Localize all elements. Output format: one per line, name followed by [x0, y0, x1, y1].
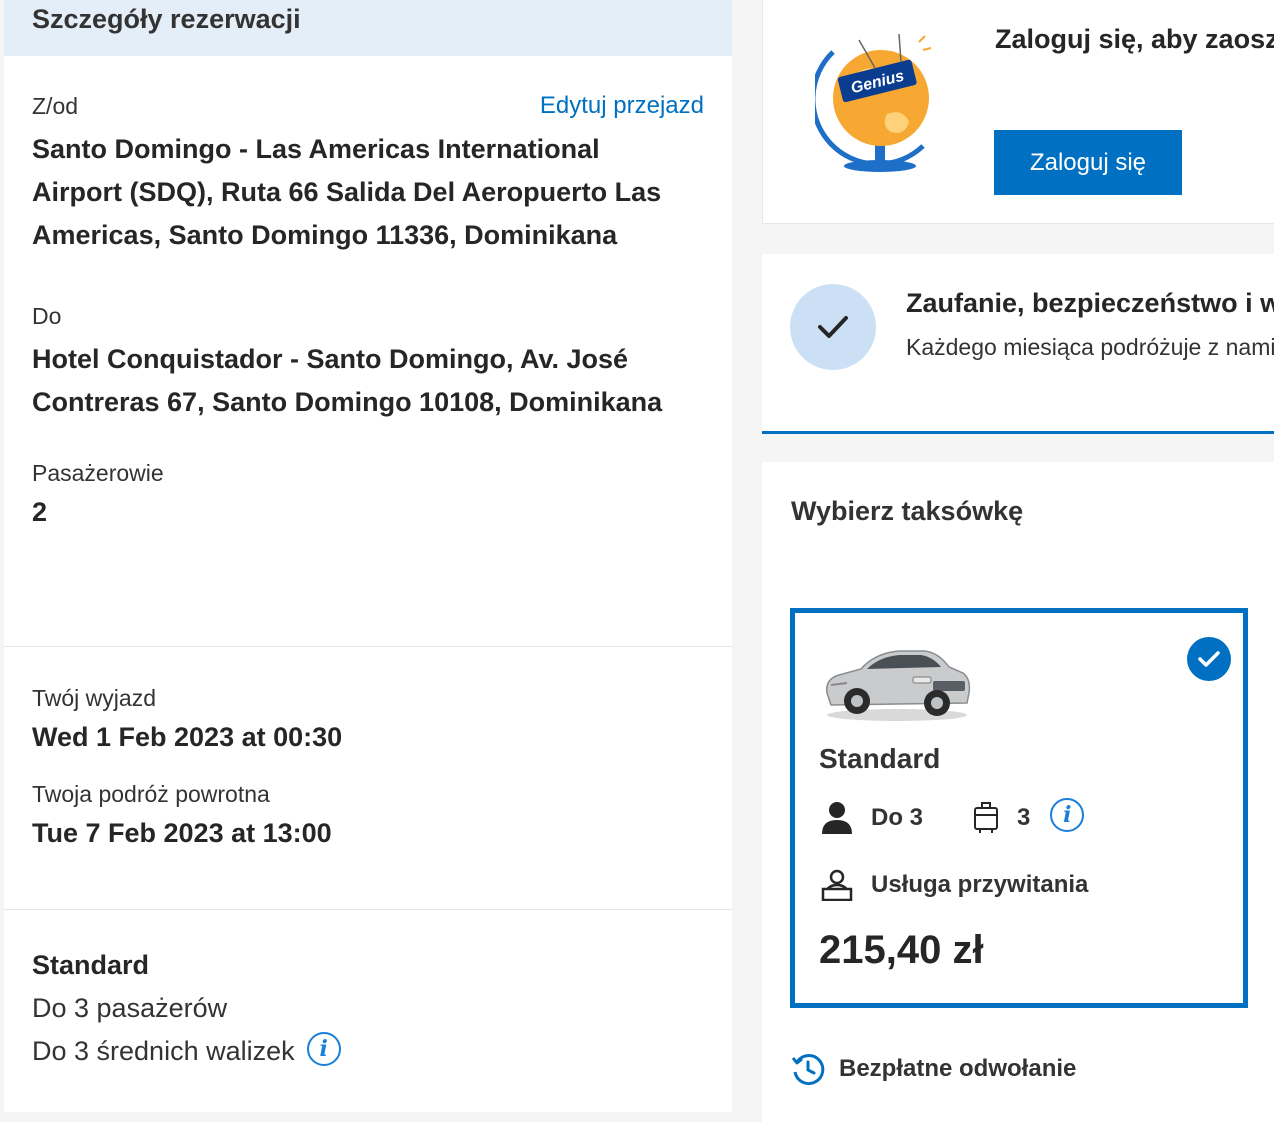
meet-greet-feature: Usługa przywitania	[821, 869, 1088, 901]
from-address: Santo Domingo - Las Americas Internation…	[32, 134, 662, 250]
meet-greet-text: Usługa przywitania	[871, 871, 1089, 898]
vehicle-passengers: Do 3 pasażerów	[32, 993, 228, 1023]
info-icon[interactable]: i	[306, 1031, 341, 1066]
to-address: Hotel Conquistador - Santo Domingo, Av. …	[32, 344, 663, 417]
dates-section: Twój wyjazd Wed 1 Feb 2023 at 00:30 Twoj…	[4, 647, 732, 909]
departure-value: Wed 1 Feb 2023 at 00:30	[32, 722, 343, 752]
checkmark-icon	[818, 316, 848, 338]
person-icon	[822, 802, 852, 834]
departure-label: Twój wyjazd	[32, 685, 156, 711]
vehicle-luggage: Do 3 średnich walizek	[32, 1036, 295, 1066]
return-value: Tue 7 Feb 2023 at 13:00	[32, 818, 332, 848]
trust-subtitle: Każdego miesiąca podróżuje z nami	[906, 334, 1274, 360]
vehicle-class: Standard	[32, 950, 150, 980]
return-label: Twoja podróż powrotna	[32, 781, 270, 807]
edit-ride-link[interactable]: Edytuj przejazd	[540, 92, 704, 120]
vehicle-luggage-row: Do 3 średnich walizek i	[32, 1030, 704, 1073]
passengers-value: 2	[32, 497, 48, 527]
vehicle-section: Standard Do 3 pasażerów Do 3 średnich wa…	[4, 910, 732, 1073]
taxi-name: Standard	[819, 743, 941, 774]
booking-details-panel: Szczegóły rezerwacji Z/od Edytuj przejaz…	[4, 0, 732, 1112]
genius-globe-icon: Genius	[815, 33, 932, 172]
meet-greet-icon	[821, 869, 853, 901]
route-section: Z/od Edytuj przejazd Santo Domingo - Las…	[4, 56, 732, 646]
bag-capacity: 3 i	[973, 798, 1085, 835]
free-cancellation-text: Bezpłatne odwołanie	[839, 1055, 1077, 1082]
choose-taxi-card: Wybierz taksówkę Standard Do 3 3 i Usług…	[762, 462, 1274, 1122]
genius-login-card: Genius Zaloguj się, aby zaoszczędzić na …	[762, 0, 1274, 224]
trust-card: Zaufanie, bezpieczeństwo i wsparcie Każd…	[762, 254, 1274, 434]
luggage-icon	[974, 802, 998, 833]
bag-capacity-text: 3	[1017, 804, 1031, 831]
passenger-capacity-text: Do 3	[871, 804, 924, 831]
selected-check-icon	[1187, 637, 1231, 681]
login-prompt-title: Zaloguj się, aby zaoszczędzić na tej rez…	[995, 24, 1274, 54]
login-button[interactable]: Zaloguj się	[994, 130, 1182, 195]
trust-check-circle	[790, 284, 876, 370]
car-image	[826, 650, 971, 721]
clock-history-icon	[791, 1054, 825, 1086]
passengers-label: Pasażerowie	[32, 460, 164, 486]
choose-taxi-title: Wybierz taksówkę	[791, 496, 1024, 526]
taxi-price: 215,40 zł	[819, 928, 984, 972]
info-icon[interactable]: i	[1050, 798, 1085, 832]
free-cancellation: Bezpłatne odwołanie	[791, 1052, 1076, 1086]
trust-title: Zaufanie, bezpieczeństwo i wsparcie	[906, 288, 1274, 318]
booking-details-header: Szczegóły rezerwacji	[4, 0, 732, 56]
taxi-option-standard[interactable]: Standard Do 3 3 i Usługa przywitania 215…	[790, 608, 1248, 1008]
passenger-capacity: Do 3	[821, 801, 923, 835]
from-label: Z/od	[32, 92, 79, 119]
to-label: Do	[32, 303, 62, 329]
